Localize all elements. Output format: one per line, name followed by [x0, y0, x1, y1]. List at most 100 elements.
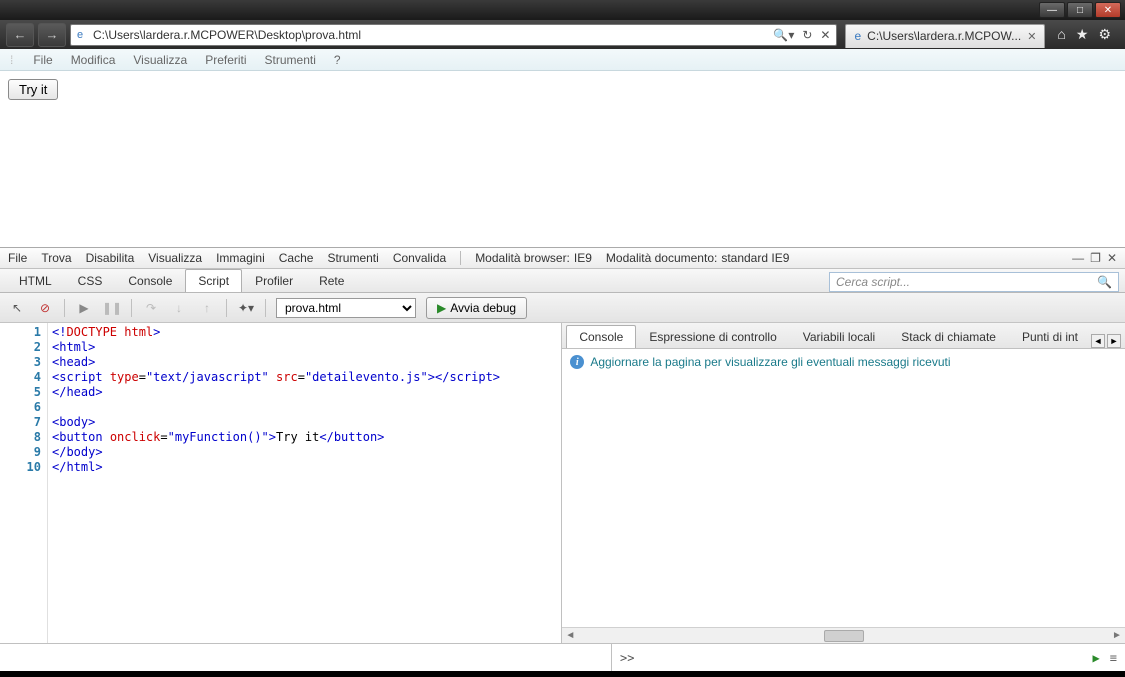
scroll-left-icon[interactable]: ◄: [562, 630, 578, 641]
tab-script[interactable]: Script: [185, 269, 242, 292]
browser-tab[interactable]: e C:\Users\lardera.r.MCPOW... ✕: [845, 24, 1045, 48]
rtab-stack[interactable]: Stack di chiamate: [888, 325, 1009, 348]
dev-undock-icon[interactable]: ❐: [1090, 251, 1101, 265]
right-tabs: Console Espressione di controllo Variabi…: [562, 323, 1125, 349]
select-element-icon[interactable]: ↖: [8, 299, 26, 317]
scroll-thumb[interactable]: [824, 630, 864, 642]
browser-mode-label: Modalità browser:: [475, 251, 570, 265]
console-text: Aggiornare la pagina per visualizzare gl…: [590, 355, 950, 369]
dev-menu-file[interactable]: File: [8, 251, 27, 265]
search-icon[interactable]: 🔍: [1097, 275, 1112, 289]
search-dropdown-icon[interactable]: 🔍▾: [773, 28, 794, 42]
separator: [460, 251, 461, 265]
tab-scroll-left-icon[interactable]: ◄: [1091, 334, 1105, 348]
menu-preferiti[interactable]: Preferiti: [205, 53, 246, 67]
line-gutter: 12345678910: [0, 323, 48, 643]
dev-menu-visualizza[interactable]: Visualizza: [148, 251, 202, 265]
stop-icon[interactable]: ✕: [820, 28, 830, 42]
multiline-icon[interactable]: ≡: [1110, 651, 1117, 665]
forward-button[interactable]: →: [38, 23, 66, 47]
dev-menu-immagini[interactable]: Immagini: [216, 251, 265, 265]
browser-tabs: e C:\Users\lardera.r.MCPOW... ✕: [845, 22, 1045, 48]
start-debug-button[interactable]: ▶ Avvia debug: [426, 297, 527, 319]
console-message: i Aggiornare la pagina per visualizzare …: [562, 349, 1125, 375]
tab-profiler[interactable]: Profiler: [242, 269, 306, 292]
menu-help[interactable]: ?: [334, 53, 341, 67]
dev-menu-disabilita[interactable]: Disabilita: [86, 251, 135, 265]
devtools-main: 12345678910 <!DOCTYPE html><html><head><…: [0, 323, 1125, 643]
clear-icon[interactable]: ⊘: [36, 299, 54, 317]
dev-minimize-icon[interactable]: —: [1072, 251, 1084, 265]
page-menubar: ⁞ File Modifica Visualizza Preferiti Str…: [0, 49, 1125, 71]
tab-html[interactable]: HTML: [6, 269, 65, 292]
step-into-icon[interactable]: ↓: [170, 299, 188, 317]
dev-menu-cache[interactable]: Cache: [279, 251, 314, 265]
devtools-menubar: File Trova Disabilita Visualizza Immagin…: [0, 247, 1125, 269]
favorites-icon[interactable]: ★: [1076, 26, 1089, 43]
home-icon[interactable]: ⌂: [1057, 26, 1065, 43]
address-bar[interactable]: e C:\Users\lardera.r.MCPOWER\Desktop\pro…: [70, 24, 837, 46]
doc-mode-label: Modalità documento:: [606, 251, 717, 265]
console-input-row: >> ▶ ≡: [612, 644, 1125, 671]
menu-strumenti[interactable]: Strumenti: [265, 53, 316, 67]
separator: [265, 299, 266, 317]
address-text: C:\Users\lardera.r.MCPOWER\Desktop\prova…: [89, 26, 767, 44]
maximize-button[interactable]: □: [1067, 2, 1093, 18]
try-it-button[interactable]: Try it: [8, 79, 58, 100]
console-scrollbar[interactable]: ◄ ►: [562, 627, 1125, 643]
separator: [131, 299, 132, 317]
dev-menu-convalida[interactable]: Convalida: [393, 251, 446, 265]
menu-file[interactable]: File: [33, 53, 52, 67]
devtools-tabs: HTML CSS Console Script Profiler Rete Ce…: [0, 269, 1125, 293]
separator: [226, 299, 227, 317]
tab-css[interactable]: CSS: [65, 269, 116, 292]
step-out-icon[interactable]: ↑: [198, 299, 216, 317]
rtab-espressione[interactable]: Espressione di controllo: [636, 325, 789, 348]
minimize-button[interactable]: —: [1039, 2, 1065, 18]
play-icon[interactable]: ▶: [75, 299, 93, 317]
menu-modifica[interactable]: Modifica: [71, 53, 116, 67]
back-button[interactable]: ←: [6, 23, 34, 47]
rtab-variabili[interactable]: Variabili locali: [790, 325, 888, 348]
ie-page-icon: e: [71, 29, 89, 41]
search-script-input[interactable]: Cerca script... 🔍: [829, 272, 1119, 292]
run-icon[interactable]: ▶: [1093, 651, 1100, 665]
window-titlebar: — □ ✕: [0, 0, 1125, 20]
separator: [64, 299, 65, 317]
close-button[interactable]: ✕: [1095, 2, 1121, 18]
info-icon: i: [570, 355, 584, 369]
dev-close-icon[interactable]: ✕: [1107, 251, 1117, 265]
tab-close-icon[interactable]: ✕: [1027, 30, 1036, 43]
browser-mode-value[interactable]: IE9: [574, 251, 592, 265]
format-icon[interactable]: ✦▾: [237, 299, 255, 317]
refresh-icon[interactable]: ↻: [802, 28, 812, 42]
code-editor[interactable]: <!DOCTYPE html><html><head><script type=…: [48, 323, 561, 643]
scroll-right-icon[interactable]: ►: [1109, 630, 1125, 641]
search-placeholder: Cerca script...: [836, 275, 910, 289]
rtab-punti[interactable]: Punti di int: [1009, 325, 1091, 348]
tab-console[interactable]: Console: [115, 269, 185, 292]
devtools-toolbar: ↖ ⊘ ▶ ❚❚ ↷ ↓ ↑ ✦▾ prova.html ▶ Avvia deb…: [0, 293, 1125, 323]
step-over-icon[interactable]: ↷: [142, 299, 160, 317]
dev-menu-trova[interactable]: Trova: [41, 251, 71, 265]
play-debug-icon: ▶: [437, 301, 446, 315]
right-pane: Console Espressione di controllo Variabi…: [562, 323, 1125, 643]
rtab-console[interactable]: Console: [566, 325, 636, 348]
debug-label: Avvia debug: [450, 301, 516, 315]
pause-icon[interactable]: ❚❚: [103, 299, 121, 317]
bottom-left: [0, 644, 612, 671]
tools-icon[interactable]: ⚙: [1098, 26, 1111, 43]
doc-mode-value[interactable]: standard IE9: [721, 251, 789, 265]
tab-rete[interactable]: Rete: [306, 269, 357, 292]
browser-navbar: ← → e C:\Users\lardera.r.MCPOWER\Desktop…: [0, 20, 1125, 49]
menu-visualizza[interactable]: Visualizza: [133, 53, 187, 67]
tab-scroll-right-icon[interactable]: ►: [1107, 334, 1121, 348]
page-viewport: Try it: [0, 71, 1125, 247]
dev-menu-strumenti[interactable]: Strumenti: [327, 251, 378, 265]
tab-title: C:\Users\lardera.r.MCPOW...: [867, 29, 1021, 43]
devtools-bottom: >> ▶ ≡: [0, 643, 1125, 671]
grip-icon: ⁞: [10, 53, 11, 67]
code-pane: 12345678910 <!DOCTYPE html><html><head><…: [0, 323, 562, 643]
script-file-select[interactable]: prova.html: [276, 298, 416, 318]
console-prompt[interactable]: >>: [620, 651, 634, 665]
